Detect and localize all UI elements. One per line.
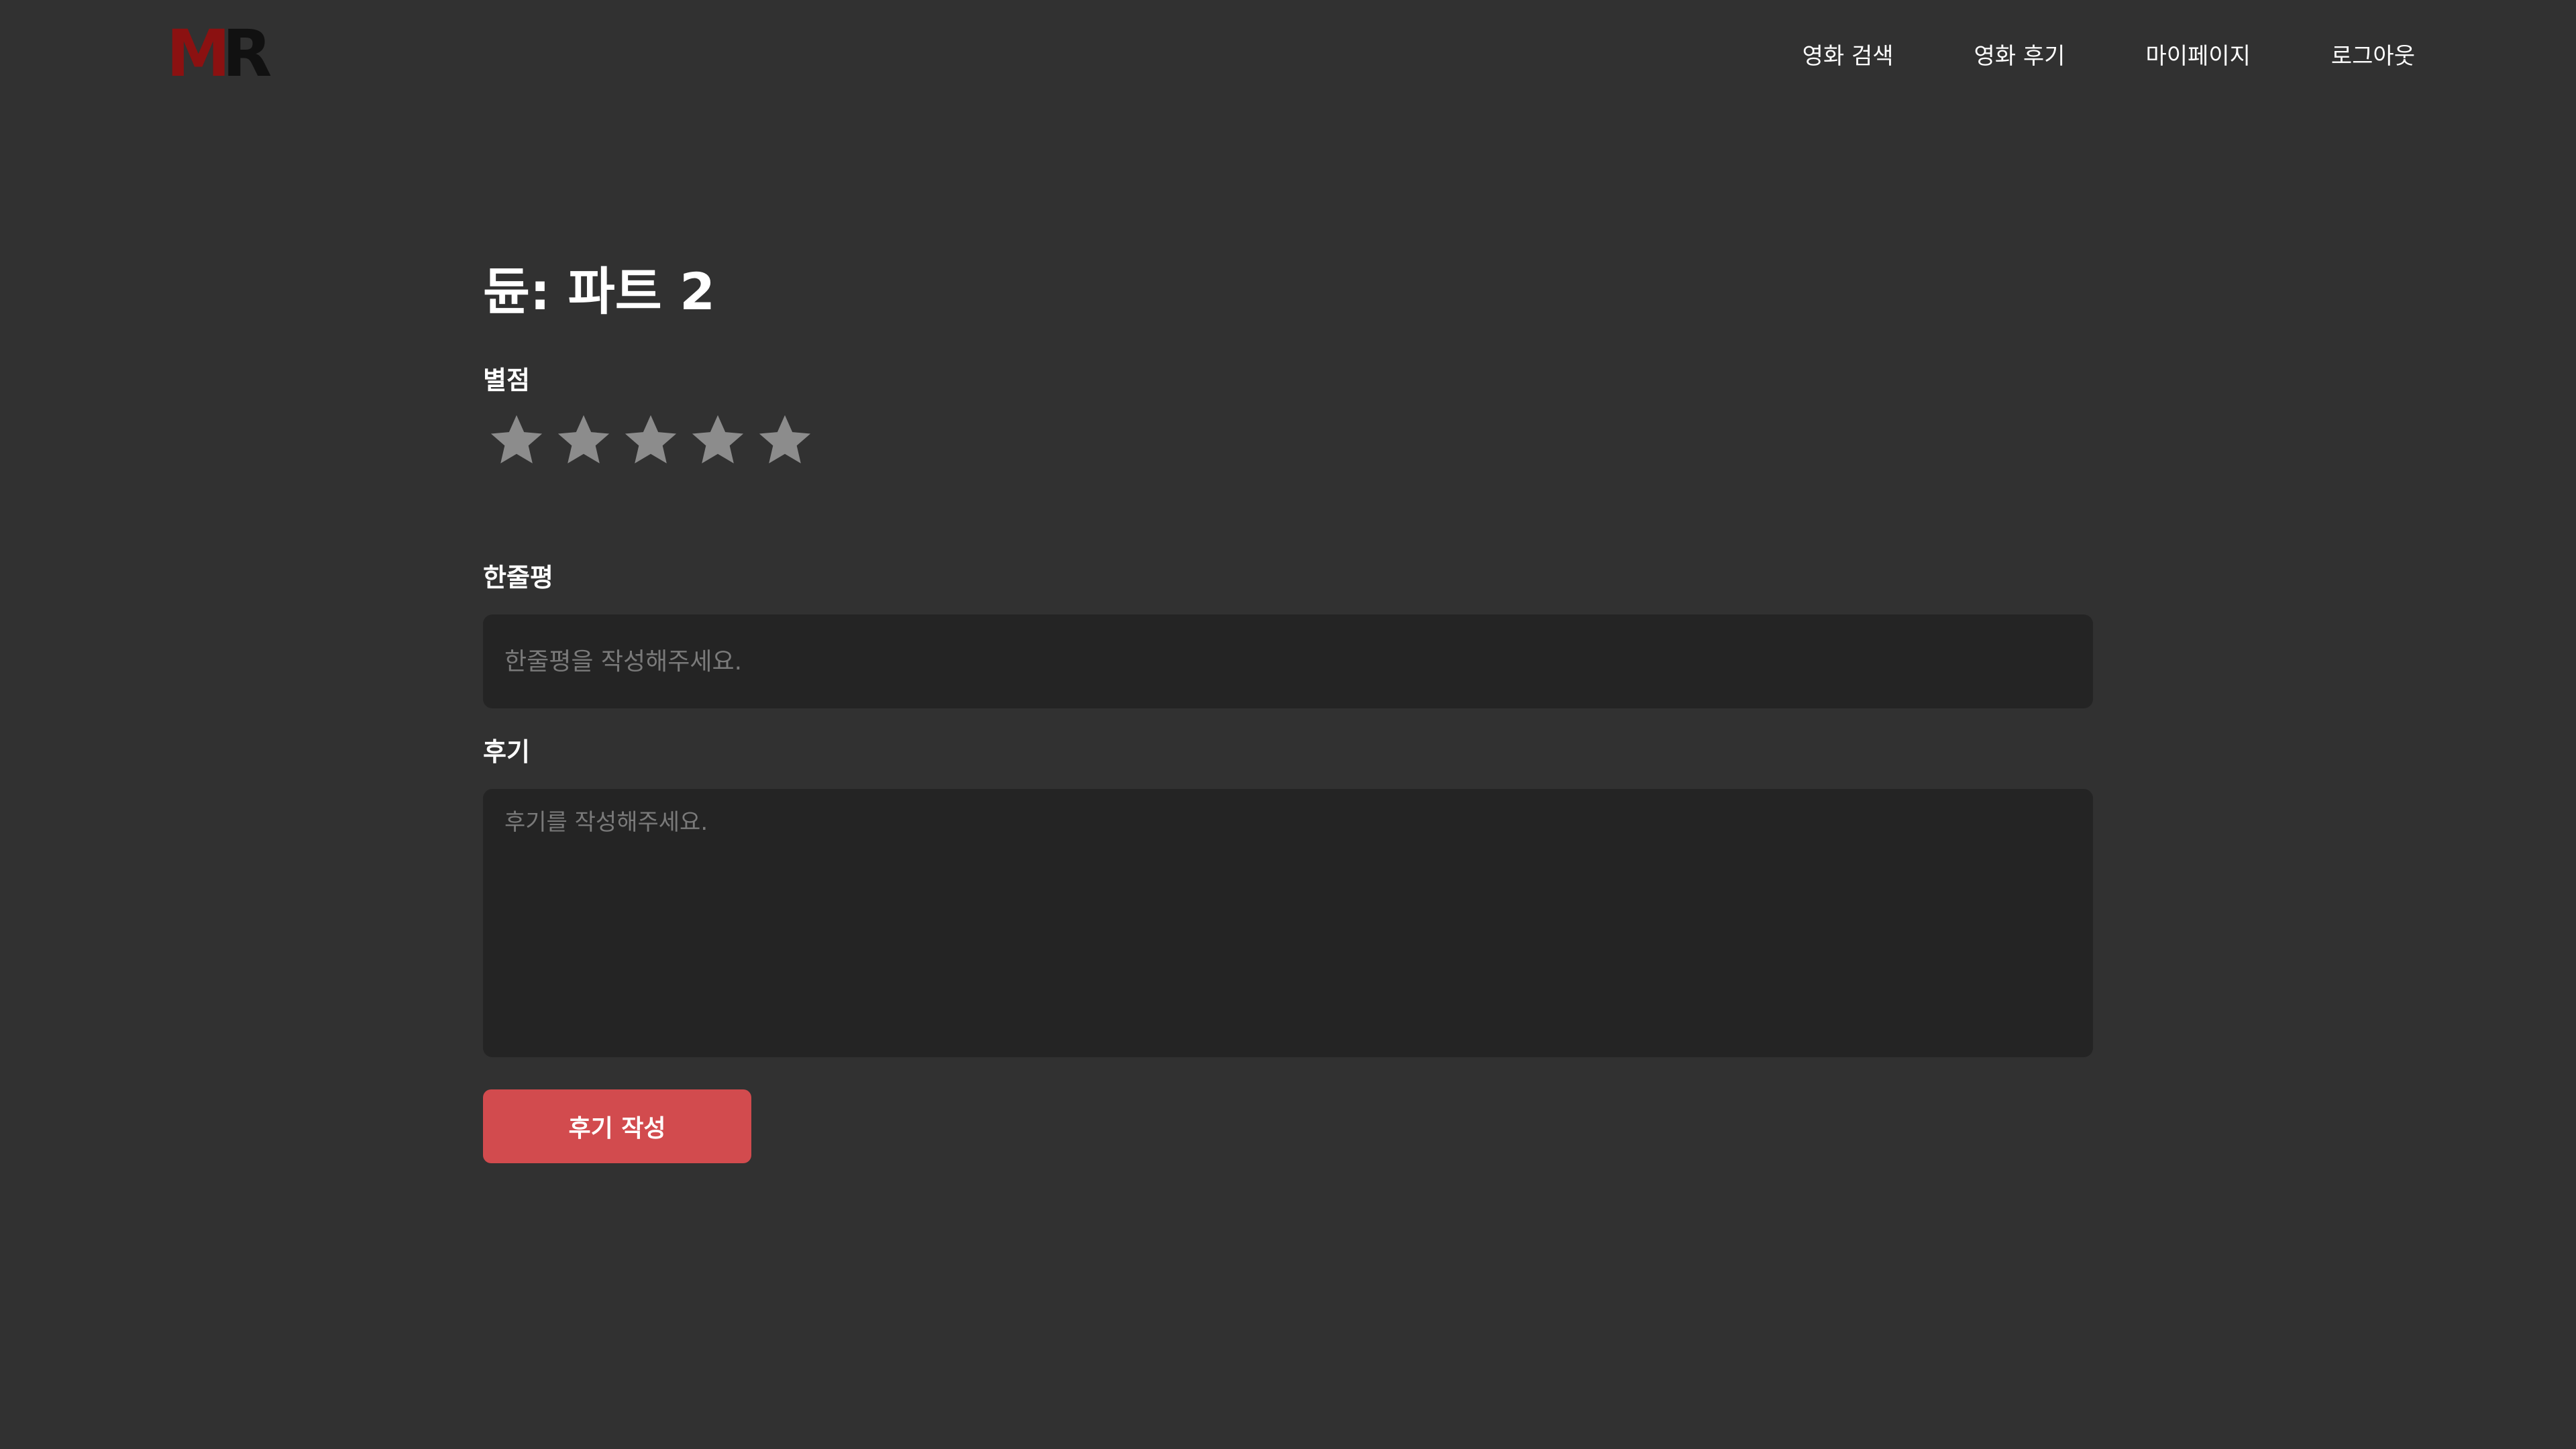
- star-2[interactable]: [550, 404, 617, 478]
- site-logo[interactable]: MR: [166, 21, 272, 86]
- top-header: MR 영화 검색 영화 후기 마이페이지 로그아웃: [0, 0, 2576, 114]
- star-3[interactable]: [617, 404, 684, 478]
- nav-logout[interactable]: 로그아웃: [2331, 38, 2415, 75]
- review-label: 후기: [483, 737, 530, 767]
- nav-mypage[interactable]: 마이페이지: [2145, 38, 2250, 75]
- rating-label: 별점: [483, 366, 530, 395]
- star-4[interactable]: [684, 404, 751, 478]
- star-5[interactable]: [751, 404, 818, 478]
- logo-letter-m: M: [166, 16, 230, 91]
- star-1[interactable]: [483, 404, 550, 478]
- star-icon: [490, 415, 543, 464]
- page-title: 듄: 파트 2: [483, 262, 715, 321]
- nav-movie-search[interactable]: 영화 검색: [1803, 38, 1894, 75]
- star-icon: [625, 415, 677, 464]
- review-textarea[interactable]: [483, 789, 2093, 1057]
- one-line-review-label: 한줄평: [483, 563, 553, 592]
- star-rating: [483, 404, 818, 478]
- star-icon: [692, 415, 744, 464]
- submit-review-button[interactable]: 후기 작성: [483, 1089, 751, 1163]
- main-nav: 영화 검색 영화 후기 마이페이지 로그아웃: [1803, 38, 2415, 75]
- star-icon: [557, 415, 610, 464]
- star-icon: [759, 415, 811, 464]
- one-line-review-input[interactable]: [483, 614, 2093, 708]
- nav-movie-reviews[interactable]: 영화 후기: [1974, 38, 2065, 75]
- logo-letter-r: R: [222, 16, 272, 91]
